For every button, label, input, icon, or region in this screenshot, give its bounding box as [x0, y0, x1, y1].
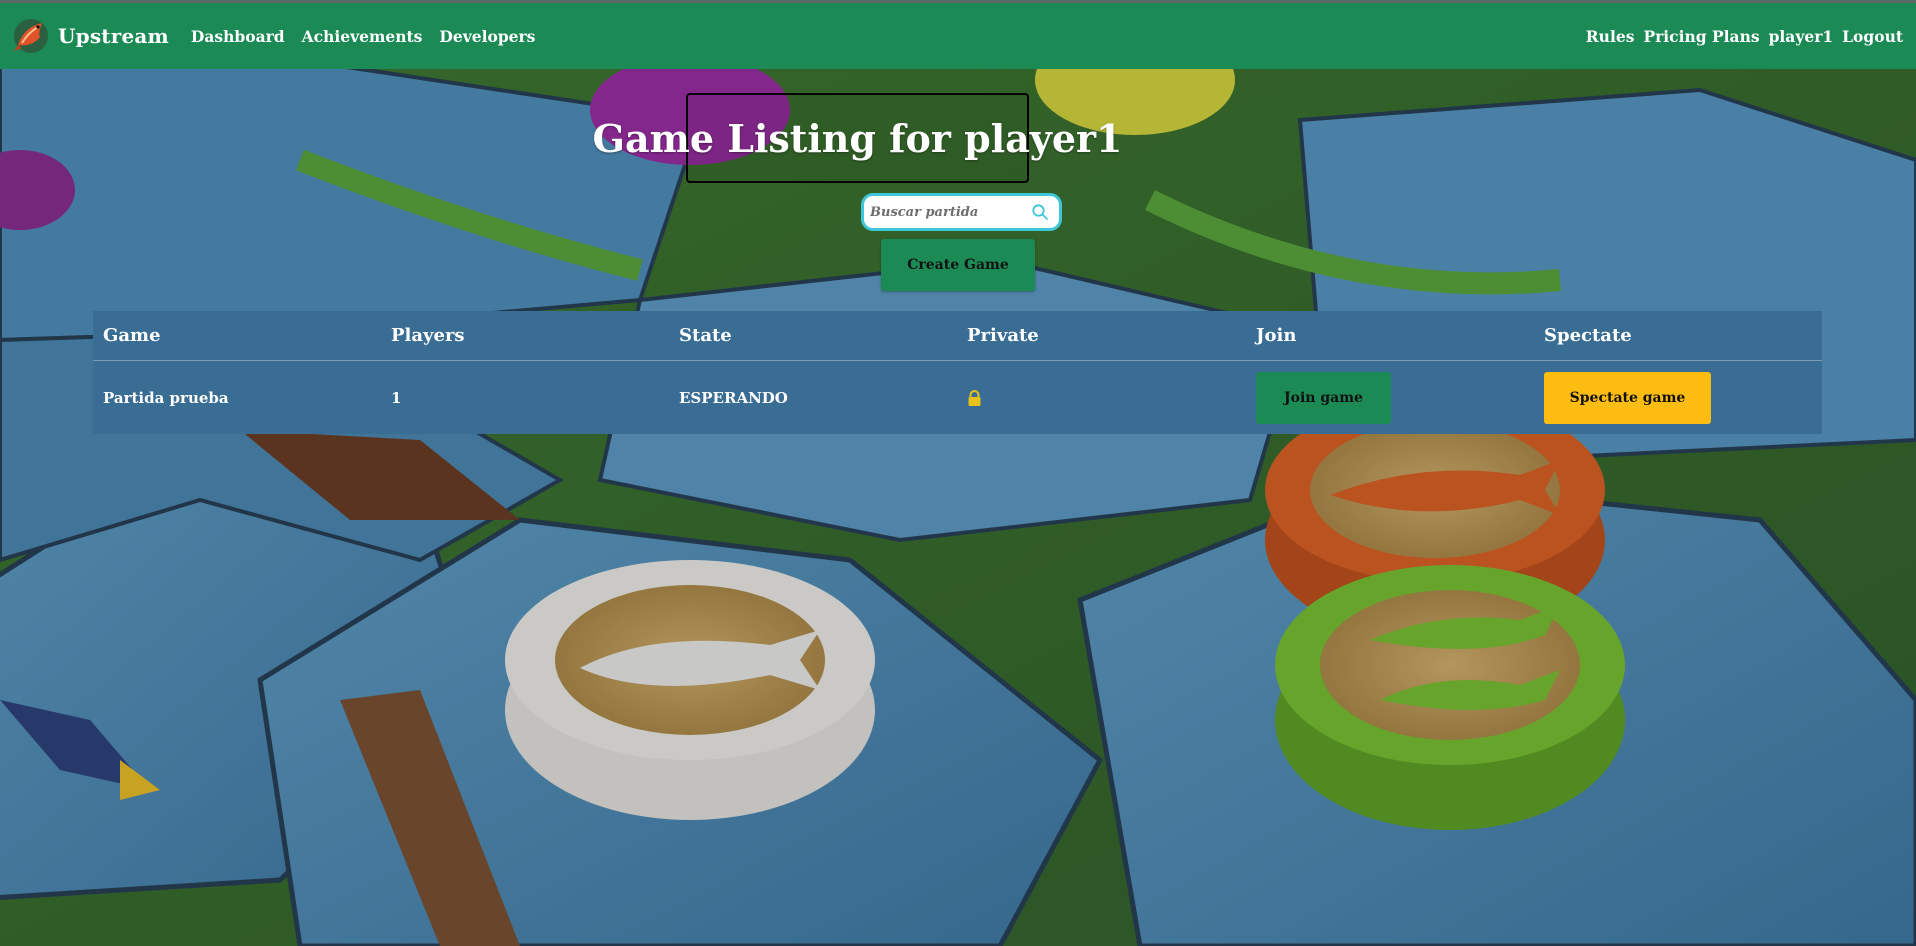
- nav-link-pricing-plans[interactable]: Pricing Plans: [1643, 27, 1759, 46]
- spectate-game-button[interactable]: Spectate game: [1544, 371, 1711, 424]
- top-navbar: Upstream Dashboard Achievements Develope…: [0, 0, 1916, 69]
- players-count-cell: 1: [391, 388, 402, 407]
- column-header-players: Players: [381, 311, 669, 361]
- column-header-game: Game: [93, 311, 381, 361]
- game-name-cell: Partida prueba: [103, 388, 229, 407]
- nav-link-dashboard[interactable]: Dashboard: [191, 27, 285, 46]
- join-game-button[interactable]: Join game: [1256, 371, 1391, 424]
- column-header-spectate: Spectate: [1534, 311, 1822, 361]
- spectate-cell: Spectate game: [1534, 361, 1822, 435]
- nav-link-achievements[interactable]: Achievements: [302, 27, 423, 46]
- games-table-container: Game Players State Private Join Spectate…: [93, 311, 1822, 434]
- game-state-cell: ESPERANDO: [679, 388, 788, 407]
- table-header-row: Game Players State Private Join Spectate: [93, 311, 1822, 361]
- brand-name: Upstream: [58, 24, 169, 48]
- games-table: Game Players State Private Join Spectate…: [93, 311, 1822, 434]
- private-cell: [957, 361, 1246, 435]
- page-title: Game Listing for player1: [592, 115, 1123, 161]
- lock-icon: [968, 389, 981, 406]
- brand-home-link[interactable]: Upstream: [12, 17, 169, 55]
- join-cell: Join game: [1246, 361, 1534, 435]
- nav-link-developers[interactable]: Developers: [439, 27, 535, 46]
- search-input[interactable]: [870, 204, 1020, 220]
- page-title-box: Game Listing for player1: [593, 93, 1122, 183]
- nav-link-username[interactable]: player1: [1769, 27, 1834, 46]
- nav-link-logout[interactable]: Logout: [1842, 27, 1903, 46]
- table-row: Partida prueba 1 ESPERANDO Join game Spe…: [93, 361, 1822, 435]
- column-header-state: State: [669, 311, 957, 361]
- salmon-logo-icon: [14, 19, 48, 53]
- search-box: [861, 193, 1062, 231]
- nav-left-links: Dashboard Achievements Developers: [191, 27, 536, 46]
- create-game-button[interactable]: Create Game: [881, 239, 1035, 291]
- nav-right-links: Rules Pricing Plans player1 Logout: [1586, 27, 1903, 46]
- column-header-join: Join: [1246, 311, 1534, 361]
- nav-link-rules[interactable]: Rules: [1586, 27, 1635, 46]
- search-icon[interactable]: [1031, 203, 1049, 221]
- column-header-private: Private: [957, 311, 1246, 361]
